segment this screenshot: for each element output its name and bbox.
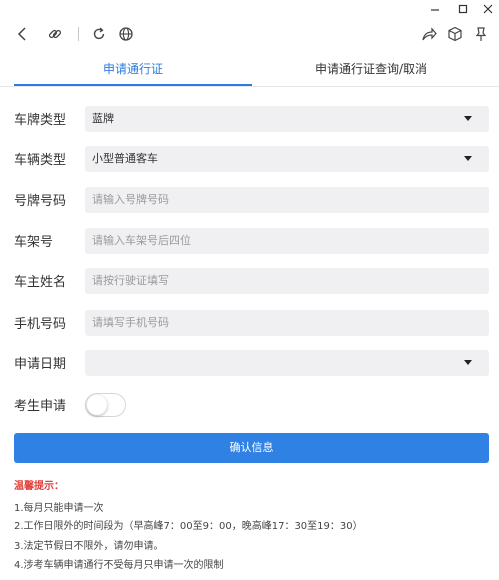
plate-type-label: 车牌类型 (14, 113, 67, 128)
plate-type-value: 蓝牌 (92, 112, 114, 125)
toolbar-separator (78, 27, 79, 41)
owner-name-row: 车主姓名 请按行驶证填写 (0, 268, 499, 294)
owner-name-label: 车主姓名 (14, 275, 67, 290)
minimize-icon[interactable] (427, 2, 443, 16)
plate-number-label: 号牌号码 (14, 194, 67, 209)
tip-item: 2.工作日限外的时间段为（早高峰7：00至9：00，晚高峰17：30至19：30… (14, 521, 363, 532)
phone-row: 手机号码 请填写手机号码 (0, 310, 499, 336)
vin-label: 车架号 (14, 235, 54, 250)
apply-date-select[interactable] (85, 350, 489, 376)
examinee-row: 考生申请 (0, 392, 499, 418)
vin-row: 车架号 请输入车架号后四位 (0, 228, 499, 254)
toolbar (0, 20, 499, 50)
tab-bar: 申请通行证 申请通行证查询/取消 (0, 55, 499, 87)
vehicle-type-value: 小型普通客车 (92, 152, 158, 165)
dropdown-caret-icon (464, 156, 472, 161)
close-icon[interactable] (480, 2, 496, 16)
examinee-label: 考生申请 (14, 399, 67, 414)
tab-apply[interactable]: 申请通行证 (14, 55, 252, 87)
vehicle-type-row: 车辆类型 小型普通客车 (0, 146, 499, 172)
confirm-button[interactable]: 确认信息 (14, 433, 489, 463)
phone-label: 手机号码 (14, 317, 67, 332)
plate-type-row: 车牌类型 蓝牌 (0, 106, 499, 132)
link-icon[interactable] (46, 25, 64, 43)
apply-date-label: 申请日期 (14, 357, 67, 372)
phone-input[interactable]: 请填写手机号码 (85, 310, 489, 336)
share-icon[interactable] (420, 25, 438, 43)
tip-item: 4.涉考车辆申请通行不受每月只申请一次的限制 (14, 560, 224, 571)
tip-item: 3.法定节假日不限外，请勿申请。 (14, 541, 164, 552)
globe-icon[interactable] (117, 25, 135, 43)
back-icon[interactable] (14, 25, 32, 43)
vin-input[interactable]: 请输入车架号后四位 (85, 228, 489, 254)
pin-icon[interactable] (472, 25, 490, 43)
maximize-icon[interactable] (455, 2, 471, 16)
vehicle-type-label: 车辆类型 (14, 153, 67, 168)
dropdown-caret-icon (464, 360, 472, 365)
plate-number-input[interactable]: 请输入号牌号码 (85, 187, 489, 213)
cube-icon[interactable] (446, 25, 464, 43)
tab-divider (0, 86, 499, 87)
tab-query-cancel[interactable]: 申请通行证查询/取消 (252, 55, 490, 87)
refresh-icon[interactable] (90, 25, 108, 43)
tips-title: 温馨提示： (14, 481, 64, 492)
examinee-toggle[interactable] (85, 393, 126, 417)
toggle-knob (87, 395, 107, 415)
dropdown-caret-icon (464, 116, 472, 121)
active-tab-indicator (14, 84, 252, 86)
window-controls (0, 0, 499, 20)
tip-item: 1.每月只能申请一次 (14, 503, 104, 514)
plate-number-row: 号牌号码 请输入号牌号码 (0, 187, 499, 213)
vehicle-type-select[interactable]: 小型普通客车 (85, 146, 489, 172)
plate-type-select[interactable]: 蓝牌 (85, 106, 489, 132)
apply-date-row: 申请日期 (0, 350, 499, 376)
owner-name-input[interactable]: 请按行驶证填写 (85, 268, 489, 294)
